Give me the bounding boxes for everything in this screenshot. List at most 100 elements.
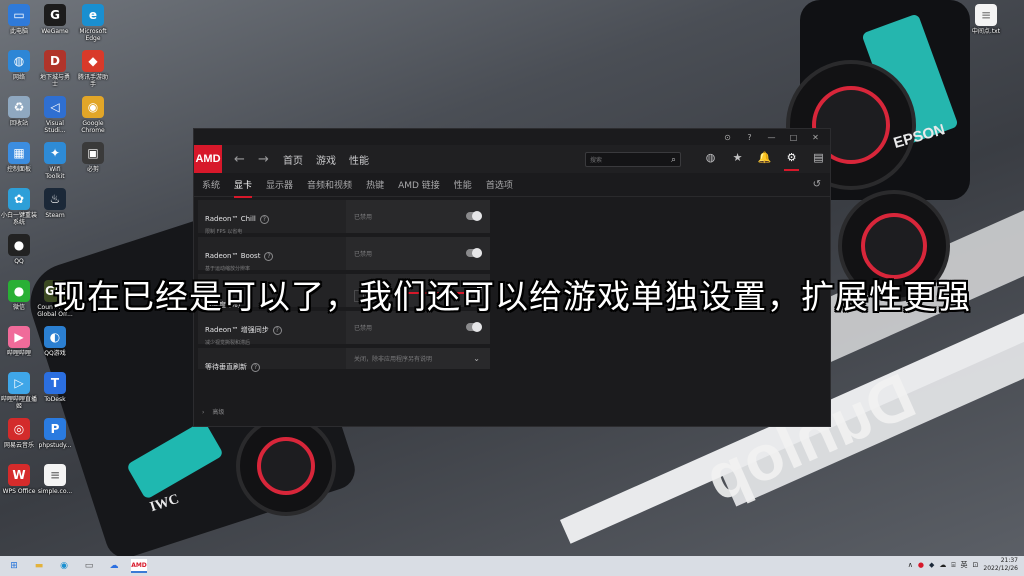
- keyboard-icon[interactable]: ⌸: [951, 561, 955, 570]
- tab-hotkeys[interactable]: 热键: [366, 178, 384, 191]
- sidebar-toggle-icon[interactable]: ▤: [811, 151, 826, 164]
- app-icon: ▷: [8, 372, 30, 394]
- tab-preferences[interactable]: 首选项: [486, 178, 513, 191]
- help-icon[interactable]: ?: [745, 133, 754, 142]
- desktop-icon[interactable]: ≡ simple.co...: [33, 464, 77, 495]
- tab-system[interactable]: 系统: [202, 178, 220, 191]
- app-icon: ✿: [8, 188, 30, 210]
- reset-icon[interactable]: ↺: [813, 179, 821, 190]
- system-tray: ∧ ● ◆ ☁ ⌸ 英 ⊡ 21:37 2022/12/26: [908, 557, 1018, 573]
- amd-taskbar-icon[interactable]: AMD: [131, 559, 147, 573]
- desktop-icon[interactable]: ♨ Steam: [33, 188, 77, 219]
- app-icon: e: [82, 4, 104, 26]
- desktop-icon[interactable]: T ToDesk: [33, 372, 77, 403]
- tab-performance[interactable]: 性能: [454, 178, 472, 191]
- tray-app-icon[interactable]: ●: [918, 561, 924, 569]
- app-icon: ✦: [44, 142, 66, 164]
- amd-logo[interactable]: AMD: [194, 145, 222, 173]
- clock-date: 2022/12/26: [983, 565, 1018, 572]
- desktop-icon[interactable]: ▣ 必剪: [71, 142, 115, 173]
- start-button[interactable]: ⊞: [6, 559, 22, 573]
- search-icon: ⌕: [670, 154, 676, 165]
- desktop-file-icon[interactable]: ≡ 中间点.txt: [964, 4, 1008, 35]
- input-method-indicator[interactable]: 英: [961, 560, 968, 570]
- forward-arrow-icon[interactable]: →: [258, 152, 270, 167]
- search-input[interactable]: 搜索 ⌕: [585, 152, 681, 167]
- app-icon: W: [8, 464, 30, 486]
- setting-row-chill: Radeon™ Chill? 限制 FPS 以省电 已禁用: [198, 200, 490, 235]
- dropdown-value: 关闭，除非应用程序另有说明: [354, 356, 433, 363]
- desktop-icon[interactable]: Pphpstudy...: [33, 418, 77, 449]
- taskbar: ⊞ ▬ ◉ ▭ ☁ AMD ∧ ● ◆ ☁ ⌸ 英 ⊡ 21:37 2022/1…: [0, 556, 1024, 576]
- feedback-icon[interactable]: ⊙: [723, 133, 732, 142]
- amd-logo-text: AMD: [195, 153, 221, 165]
- chevron-right-icon: ›: [202, 409, 205, 416]
- display-icon[interactable]: ⊡: [973, 561, 979, 569]
- app-icon: ◐: [44, 326, 66, 348]
- steam-tray-icon[interactable]: ◆: [929, 561, 934, 569]
- maximize-button[interactable]: □: [789, 133, 798, 142]
- setting-name: Radeon™ 增强同步: [205, 326, 269, 334]
- app-icon: D: [44, 50, 66, 72]
- setting-value: 已禁用: [354, 325, 373, 332]
- setting-row-boost: Radeon™ Boost? 基于运动缩放分辨率 已禁用: [198, 237, 490, 272]
- help-icon[interactable]: ?: [251, 363, 260, 372]
- tray-expand-icon[interactable]: ∧: [908, 561, 913, 569]
- help-icon[interactable]: ?: [259, 215, 269, 224]
- video-subtitle: 现在已经是可以了，我们还可以给游戏单独设置，扩展性更强: [53, 277, 971, 316]
- back-arrow-icon[interactable]: ←: [234, 152, 246, 167]
- desktop-icon[interactable]: ● QQ: [0, 234, 41, 265]
- desktop-icon-label: Google Chrome: [81, 120, 105, 134]
- help-icon[interactable]: ?: [272, 326, 282, 335]
- taskbar-app-icon[interactable]: ▭: [81, 559, 97, 573]
- nav-performance[interactable]: 性能: [349, 152, 369, 167]
- chill-toggle[interactable]: [466, 211, 482, 221]
- app-icon: ▭: [8, 4, 30, 26]
- help-icon[interactable]: ?: [264, 252, 274, 261]
- enhanced-sync-toggle[interactable]: [466, 322, 482, 332]
- app-icon: ◆: [82, 50, 104, 72]
- close-button[interactable]: ✕: [811, 133, 820, 142]
- setting-value: 已禁用: [354, 251, 373, 258]
- minimize-button[interactable]: —: [767, 133, 776, 142]
- desktop-icon[interactable]: ◆ 腾讯手游助 手: [71, 50, 115, 88]
- advanced-label: 高级: [212, 409, 225, 416]
- edge-icon[interactable]: ◉: [56, 559, 72, 573]
- file-explorer-icon[interactable]: ▬: [31, 559, 47, 573]
- vsync-dropdown[interactable]: 关闭，除非应用程序另有说明 ⌄: [346, 348, 490, 369]
- gear-icon[interactable]: ⚙: [784, 151, 799, 171]
- setting-name: 等待垂直刷新: [205, 363, 247, 371]
- app-icon: ◁: [44, 96, 66, 118]
- tab-audio-video[interactable]: 音频和视频: [307, 178, 352, 191]
- clock-time: 21:37: [1000, 557, 1018, 564]
- globe-icon[interactable]: ◍: [703, 151, 718, 164]
- tab-amd-link[interactable]: AMD 链接: [398, 178, 440, 191]
- app-icon: ◎: [8, 418, 30, 440]
- tab-display[interactable]: 显示器: [266, 178, 293, 191]
- setting-name: Radeon™ Chill: [205, 215, 256, 223]
- desktop-icon[interactable]: e Microsoft Edge: [71, 4, 115, 42]
- bell-icon[interactable]: 🔔: [757, 151, 772, 164]
- onedrive-icon[interactable]: ☁: [939, 561, 946, 569]
- desktop-icon-label: Steam: [45, 212, 65, 219]
- desktop-icon-label: simple.co...: [37, 488, 73, 495]
- desktop-icon-label: QQ: [14, 258, 24, 265]
- desktop-icon[interactable]: ◐ QQ游戏: [33, 326, 77, 357]
- nav-games[interactable]: 游戏: [316, 152, 336, 167]
- desktop-icon[interactable]: ◉ Google Chrome: [71, 96, 115, 134]
- nav-home[interactable]: 首页: [283, 152, 303, 167]
- taskbar-clock[interactable]: 21:37 2022/12/26: [983, 557, 1018, 573]
- text-file-icon: ≡: [975, 4, 997, 26]
- desktop-icon-label: Microsoft Edge: [79, 28, 107, 42]
- cloud-app-icon[interactable]: ☁: [106, 559, 122, 573]
- chevron-down-icon: ⌄: [473, 354, 480, 363]
- star-icon[interactable]: ★: [730, 151, 745, 164]
- window-titlebar: ⊙ ? — □ ✕: [194, 129, 830, 145]
- tab-graphics[interactable]: 显卡: [234, 178, 253, 198]
- app-icon: T: [44, 372, 66, 394]
- boost-toggle[interactable]: [466, 248, 482, 258]
- advanced-toggle[interactable]: › 高级: [202, 407, 224, 416]
- app-icon: ▦: [8, 142, 30, 164]
- app-icon: ♨: [44, 188, 66, 210]
- desktop-icon-label: 必剪: [86, 166, 99, 173]
